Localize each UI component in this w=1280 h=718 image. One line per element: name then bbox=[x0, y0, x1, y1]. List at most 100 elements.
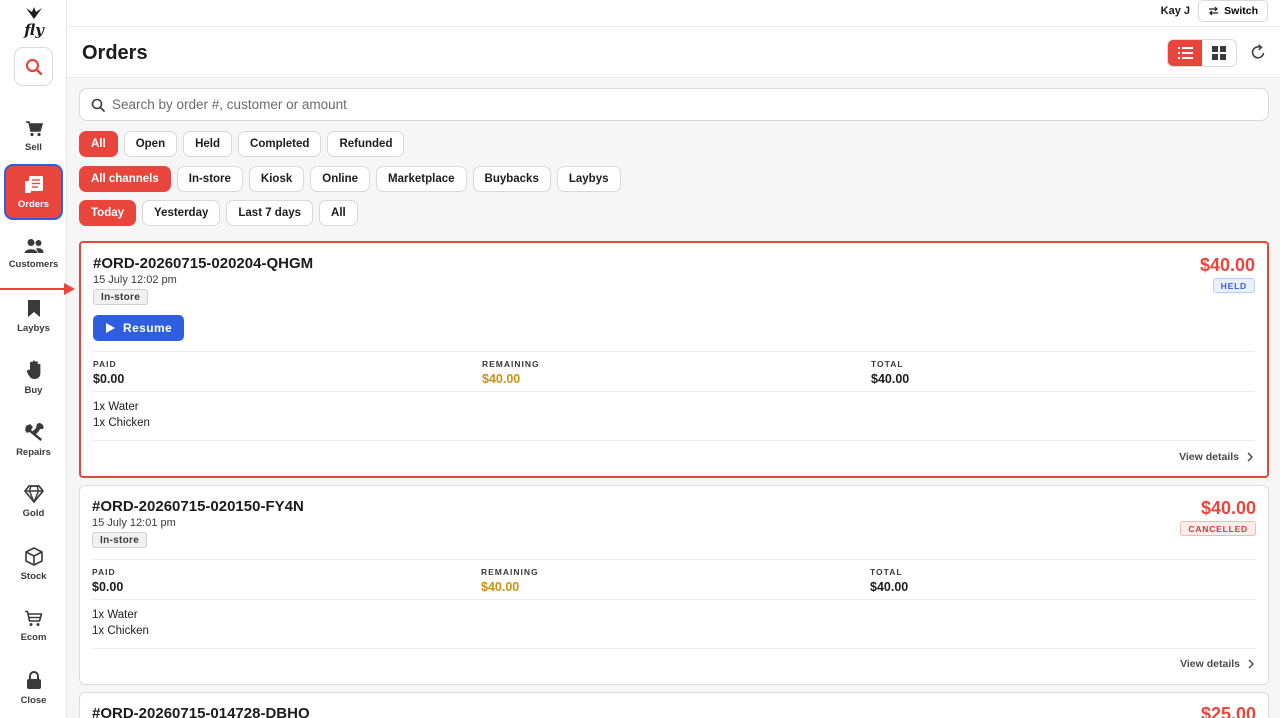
filter-status-open[interactable]: Open bbox=[123, 131, 178, 157]
sidebar-item-label: Sell bbox=[25, 141, 42, 153]
order-card[interactable]: #ORD-20260715-020204-QHGM 15 July 12:02 … bbox=[79, 241, 1269, 478]
date-filter-row: Today Yesterday Last 7 days All bbox=[79, 200, 358, 226]
total-stat: TOTAL $40.00 bbox=[870, 567, 908, 594]
page-title: Orders bbox=[82, 42, 148, 64]
global-search-button[interactable] bbox=[14, 47, 53, 86]
order-card[interactable]: #ORD-20260715-020150-FY4N 15 July 12:01 … bbox=[79, 485, 1269, 685]
hand-icon bbox=[26, 360, 40, 379]
receipt-icon bbox=[24, 175, 43, 193]
divider bbox=[92, 648, 1256, 649]
filter-date-yesterday[interactable]: Yesterday bbox=[142, 200, 221, 226]
sidebar-item-label: Stock bbox=[20, 570, 47, 582]
bird-logo-icon bbox=[26, 7, 42, 19]
line-item: 1x Water bbox=[93, 401, 139, 413]
remaining-label: REMAINING bbox=[482, 359, 540, 369]
grid-icon bbox=[1212, 46, 1226, 60]
filter-date-last-7-days[interactable]: Last 7 days bbox=[226, 200, 314, 226]
sidebar: fly Sell Orders Customers Laybys Buy Rep… bbox=[0, 0, 67, 718]
user-name: Kay J bbox=[1160, 5, 1190, 17]
filter-status-completed[interactable]: Completed bbox=[238, 131, 322, 157]
sidebar-item-label: Laybys bbox=[17, 322, 50, 334]
status-filter-row: All Open Held Completed Refunded bbox=[79, 131, 405, 157]
sidebar-item-label: Ecom bbox=[20, 631, 47, 643]
remaining-stat: REMAINING $40.00 bbox=[481, 567, 539, 594]
view-details-link[interactable]: View details bbox=[1179, 451, 1253, 463]
pointer-arrow-icon bbox=[0, 283, 75, 295]
sidebar-item-label: Buy bbox=[24, 385, 43, 396]
view-details-label: View details bbox=[1179, 451, 1239, 463]
sidebar-item-close[interactable]: Close bbox=[4, 660, 63, 716]
sidebar-item-stock[interactable]: Stock bbox=[4, 536, 63, 592]
filter-channel-online[interactable]: Online bbox=[310, 166, 371, 192]
list-icon bbox=[1177, 47, 1193, 59]
filter-status-held[interactable]: Held bbox=[183, 131, 233, 157]
filter-status-all[interactable]: All bbox=[79, 131, 118, 157]
logo-text: fly bbox=[24, 21, 44, 39]
paid-label: PAID bbox=[93, 359, 117, 369]
order-date: 15 July 12:02 pm bbox=[93, 274, 177, 286]
paid-value: $0.00 bbox=[93, 372, 125, 386]
sidebar-item-laybys[interactable]: Laybys bbox=[4, 288, 63, 344]
diamond-icon bbox=[23, 485, 44, 503]
order-id: #ORD-20260715-014728-DBHQ bbox=[92, 705, 310, 718]
resume-label: Resume bbox=[123, 321, 173, 335]
top-bar: Kay J Switch bbox=[67, 0, 1280, 27]
line-item: 1x Chicken bbox=[93, 417, 150, 429]
filter-channel-in-store[interactable]: In-store bbox=[176, 166, 243, 192]
resume-button[interactable]: Resume bbox=[93, 315, 185, 341]
filter-status-refunded[interactable]: Refunded bbox=[327, 131, 405, 157]
refresh-icon bbox=[1251, 44, 1265, 59]
view-details-label: View details bbox=[1180, 658, 1240, 670]
sidebar-item-ecom[interactable]: Ecom bbox=[4, 598, 63, 654]
sidebar-item-orders[interactable]: Orders bbox=[4, 164, 63, 220]
total-stat: TOTAL $40.00 bbox=[871, 359, 909, 386]
view-details-link[interactable]: View details bbox=[1180, 658, 1254, 670]
order-search-input[interactable] bbox=[112, 97, 1268, 112]
filter-channel-kiosk[interactable]: Kiosk bbox=[248, 166, 305, 192]
refresh-button[interactable] bbox=[1251, 44, 1266, 65]
list-view-button[interactable] bbox=[1168, 40, 1202, 66]
sidebar-item-label: Repairs bbox=[16, 446, 51, 458]
sidebar-item-buy[interactable]: Buy bbox=[4, 350, 63, 406]
sidebar-item-gold[interactable]: Gold bbox=[4, 474, 63, 530]
line-item: 1x Water bbox=[92, 609, 138, 621]
order-date: 15 July 12:01 pm bbox=[92, 517, 176, 529]
divider bbox=[92, 559, 1256, 560]
total-label: TOTAL bbox=[871, 359, 904, 369]
status-badge: HELD bbox=[1212, 278, 1255, 293]
bookmark-icon bbox=[27, 299, 40, 317]
shopping-cart-icon bbox=[25, 610, 43, 626]
play-icon bbox=[106, 323, 115, 333]
order-search-bar bbox=[79, 88, 1269, 121]
filter-date-all[interactable]: All bbox=[319, 200, 358, 226]
filter-channel-buybacks[interactable]: Buybacks bbox=[472, 166, 551, 192]
total-value: $40.00 bbox=[871, 372, 910, 386]
sidebar-item-customers[interactable]: Customers bbox=[4, 226, 63, 282]
switch-user-button[interactable]: Switch bbox=[1198, 0, 1268, 22]
paid-label: PAID bbox=[92, 567, 116, 577]
sidebar-item-repairs[interactable]: Repairs bbox=[4, 412, 63, 468]
divider bbox=[93, 391, 1255, 392]
box-icon bbox=[24, 546, 43, 566]
swap-arrows-icon bbox=[1209, 6, 1219, 16]
chevron-right-icon bbox=[1248, 659, 1254, 669]
order-id: #ORD-20260715-020150-FY4N bbox=[92, 498, 304, 515]
view-toggle bbox=[1167, 39, 1237, 67]
filter-channel-laybys[interactable]: Laybys bbox=[556, 166, 621, 192]
divider bbox=[93, 440, 1255, 441]
filter-channel-all[interactable]: All channels bbox=[79, 166, 171, 192]
channel-tag: In-store bbox=[92, 532, 148, 548]
grid-view-button[interactable] bbox=[1202, 40, 1236, 66]
tools-icon bbox=[24, 422, 43, 441]
filter-channel-marketplace[interactable]: Marketplace bbox=[376, 166, 467, 192]
sidebar-item-sell[interactable]: Sell bbox=[4, 108, 63, 164]
switch-label: Switch bbox=[1224, 5, 1258, 17]
order-id: #ORD-20260715-020204-QHGM bbox=[93, 255, 314, 272]
order-amount: $40.00 bbox=[1199, 255, 1255, 275]
status-badge: CANCELLED bbox=[1180, 521, 1256, 536]
paid-stat: PAID $0.00 bbox=[92, 567, 123, 594]
filter-date-today[interactable]: Today bbox=[79, 200, 137, 226]
sidebar-item-label: Gold bbox=[22, 508, 45, 519]
line-item: 1x Chicken bbox=[92, 625, 149, 637]
order-card[interactable]: #ORD-20260715-014728-DBHQ $25.00 bbox=[79, 692, 1269, 718]
